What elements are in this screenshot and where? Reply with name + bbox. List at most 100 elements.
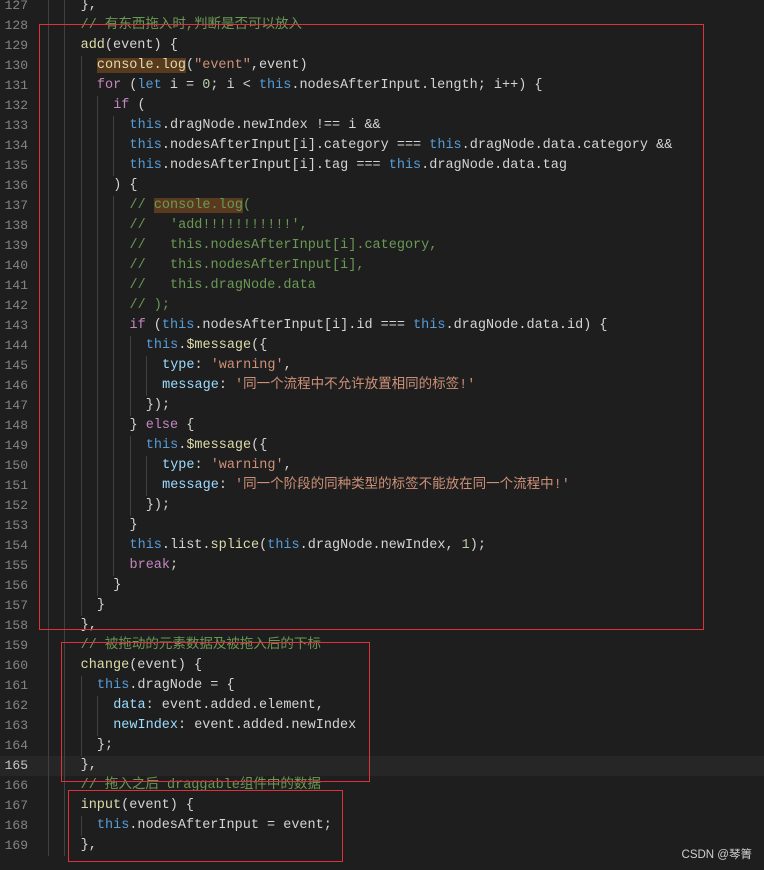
code-line[interactable]: 151 message: '同一个阶段的同种类型的标签不能放在同一个流程中!'	[0, 476, 764, 496]
code-line[interactable]: 150 type: 'warning',	[0, 456, 764, 476]
code-token: // this.nodesAfterInput[i].category,	[129, 238, 438, 253]
watermark: CSDN @琴箐	[681, 849, 752, 861]
code-line[interactable]: 138 // 'add!!!!!!!!!!!',	[0, 216, 764, 236]
code-line[interactable]: 134 this.nodesAfterInput[i].category === …	[0, 136, 764, 156]
code-line[interactable]: 149 this.$message({	[0, 436, 764, 456]
indent-guide	[80, 216, 82, 236]
code-line[interactable]: 163 newIndex: event.added.newIndex	[0, 716, 764, 736]
code-text: },	[81, 756, 97, 776]
code-line[interactable]: 152});	[0, 496, 764, 516]
indent-guide	[48, 496, 49, 516]
indent-guide	[64, 76, 66, 96]
indent-guide	[48, 376, 49, 396]
code-token: i =	[161, 78, 203, 93]
code-token: (	[121, 78, 138, 93]
line-number: 166	[4, 778, 28, 793]
code-line[interactable]: 131 for (let i = 0; i < this.nodesAfterIn…	[0, 76, 764, 96]
code-text: console.log("event",event)	[96, 56, 308, 76]
code-line[interactable]: 168 this.nodesAfterInput = event;	[0, 816, 764, 836]
code-line[interactable]: 159 // 被拖动的元素数据及被拖入后的下标	[0, 636, 764, 656]
code-line[interactable]: 154 this.list.splice(this.dragNode.newInd…	[0, 536, 764, 556]
code-token: splice	[210, 538, 260, 553]
code-line[interactable]: 140 // this.nodesAfterInput[i],	[0, 256, 764, 276]
indent-guide	[80, 456, 82, 476]
code-line[interactable]: 156}	[0, 576, 764, 596]
code-line[interactable]: 155 break;	[0, 556, 764, 576]
line-number: 154	[4, 538, 28, 553]
code-token: .dragNode.data.category &&	[461, 138, 673, 153]
code-line[interactable]: 145 type: 'warning',	[0, 356, 764, 376]
code-line[interactable]: 162 data: event.added.element,	[0, 696, 764, 716]
code-line[interactable]: 144 this.$message({	[0, 336, 764, 356]
indent-guide	[96, 176, 98, 196]
code-line[interactable]: 167 input(event) {	[0, 796, 764, 816]
code-token: this	[145, 338, 179, 353]
code-line[interactable]: 147});	[0, 396, 764, 416]
code-token: this	[388, 158, 422, 173]
indent-guide	[48, 36, 49, 56]
code-line[interactable]: 161 this.dragNode = {	[0, 676, 764, 696]
code-text: });	[146, 496, 170, 516]
indent-guide	[96, 556, 98, 576]
indent-guide	[80, 376, 82, 396]
code-token: },	[80, 758, 97, 773]
line-number: 135	[4, 158, 28, 173]
code-line[interactable]: 164};	[0, 736, 764, 756]
indent-guide	[48, 636, 49, 656]
code-line[interactable]: 160 change(event) {	[0, 656, 764, 676]
indent-guide	[80, 556, 82, 576]
indent-guide	[96, 296, 98, 316]
indent-guide	[48, 156, 49, 176]
code-token: "event"	[194, 58, 251, 73]
indent-guide	[64, 336, 66, 356]
code-line[interactable]: 130 console.log("event",event)	[0, 56, 764, 76]
code-line[interactable]: 143 if (this.nodesAfterInput[i].id === th…	[0, 316, 764, 336]
indent-guide	[96, 116, 98, 136]
indent-guide	[96, 136, 98, 156]
code-text: // this.nodesAfterInput[i],	[130, 256, 365, 276]
code-line[interactable]: 148} else {	[0, 416, 764, 436]
code-line[interactable]: 129 add(event) {	[0, 36, 764, 56]
indent-guide	[96, 356, 98, 376]
code-line[interactable]: 146 message: '同一个流程中不允许放置相同的标签!'	[0, 376, 764, 396]
code-line[interactable]: 158},	[0, 616, 764, 636]
code-line[interactable]: 165},	[0, 756, 764, 776]
code-line[interactable]: 135 this.nodesAfterInput[i].tag === this.…	[0, 156, 764, 176]
line-number: 157	[4, 598, 28, 613]
code-line[interactable]: 127},	[0, 0, 764, 16]
code-text: for (let i = 0; i < this.nodesAfterInput…	[97, 76, 543, 96]
indent-guide	[113, 336, 115, 356]
code-line[interactable]: 137 // console.log(	[0, 196, 764, 216]
code-token: $message	[186, 338, 252, 353]
indent-guide	[48, 56, 49, 76]
code-line[interactable]: 136) {	[0, 176, 764, 196]
code-text: },	[81, 836, 97, 856]
code-text: // this.nodesAfterInput[i].category,	[130, 236, 438, 256]
code-token: {	[178, 418, 195, 433]
code-editor[interactable]: 127}, 128// 有东西拖入时,判断是否可以放入 129 add(event) …	[0, 0, 764, 856]
indent-guide	[80, 696, 82, 716]
code-line[interactable]: 169},	[0, 836, 764, 856]
code-text: },	[81, 0, 97, 16]
indent-guide	[80, 296, 82, 316]
line-number: 149	[4, 438, 28, 453]
code-text: if (this.nodesAfterInput[i].id === this.…	[130, 316, 608, 336]
indent-guide	[129, 456, 131, 476]
code-line[interactable]: 142 // );	[0, 296, 764, 316]
code-line[interactable]: 153}	[0, 516, 764, 536]
code-line[interactable]: 166 // 拖入之后 draggable组件中的数据	[0, 776, 764, 796]
code-text: });	[146, 396, 170, 416]
code-line[interactable]: 157}	[0, 596, 764, 616]
code-line[interactable]: 141 // this.dragNode.data	[0, 276, 764, 296]
code-text: ) {	[113, 176, 137, 196]
indent-guide	[48, 696, 49, 716]
code-line[interactable]: 128 // 有东西拖入时,判断是否可以放入	[0, 16, 764, 36]
code-line[interactable]: 132 if (	[0, 96, 764, 116]
code-token: .nodesAfterInput = event;	[129, 818, 332, 833]
line-number: 140	[4, 258, 28, 273]
line-number: 146	[4, 378, 28, 393]
code-line[interactable]: 133 this.dragNode.newIndex !== i &&	[0, 116, 764, 136]
indent-guide	[113, 116, 115, 136]
code-line[interactable]: 139 // this.nodesAfterInput[i].category,	[0, 236, 764, 256]
indent-guide	[64, 656, 66, 676]
